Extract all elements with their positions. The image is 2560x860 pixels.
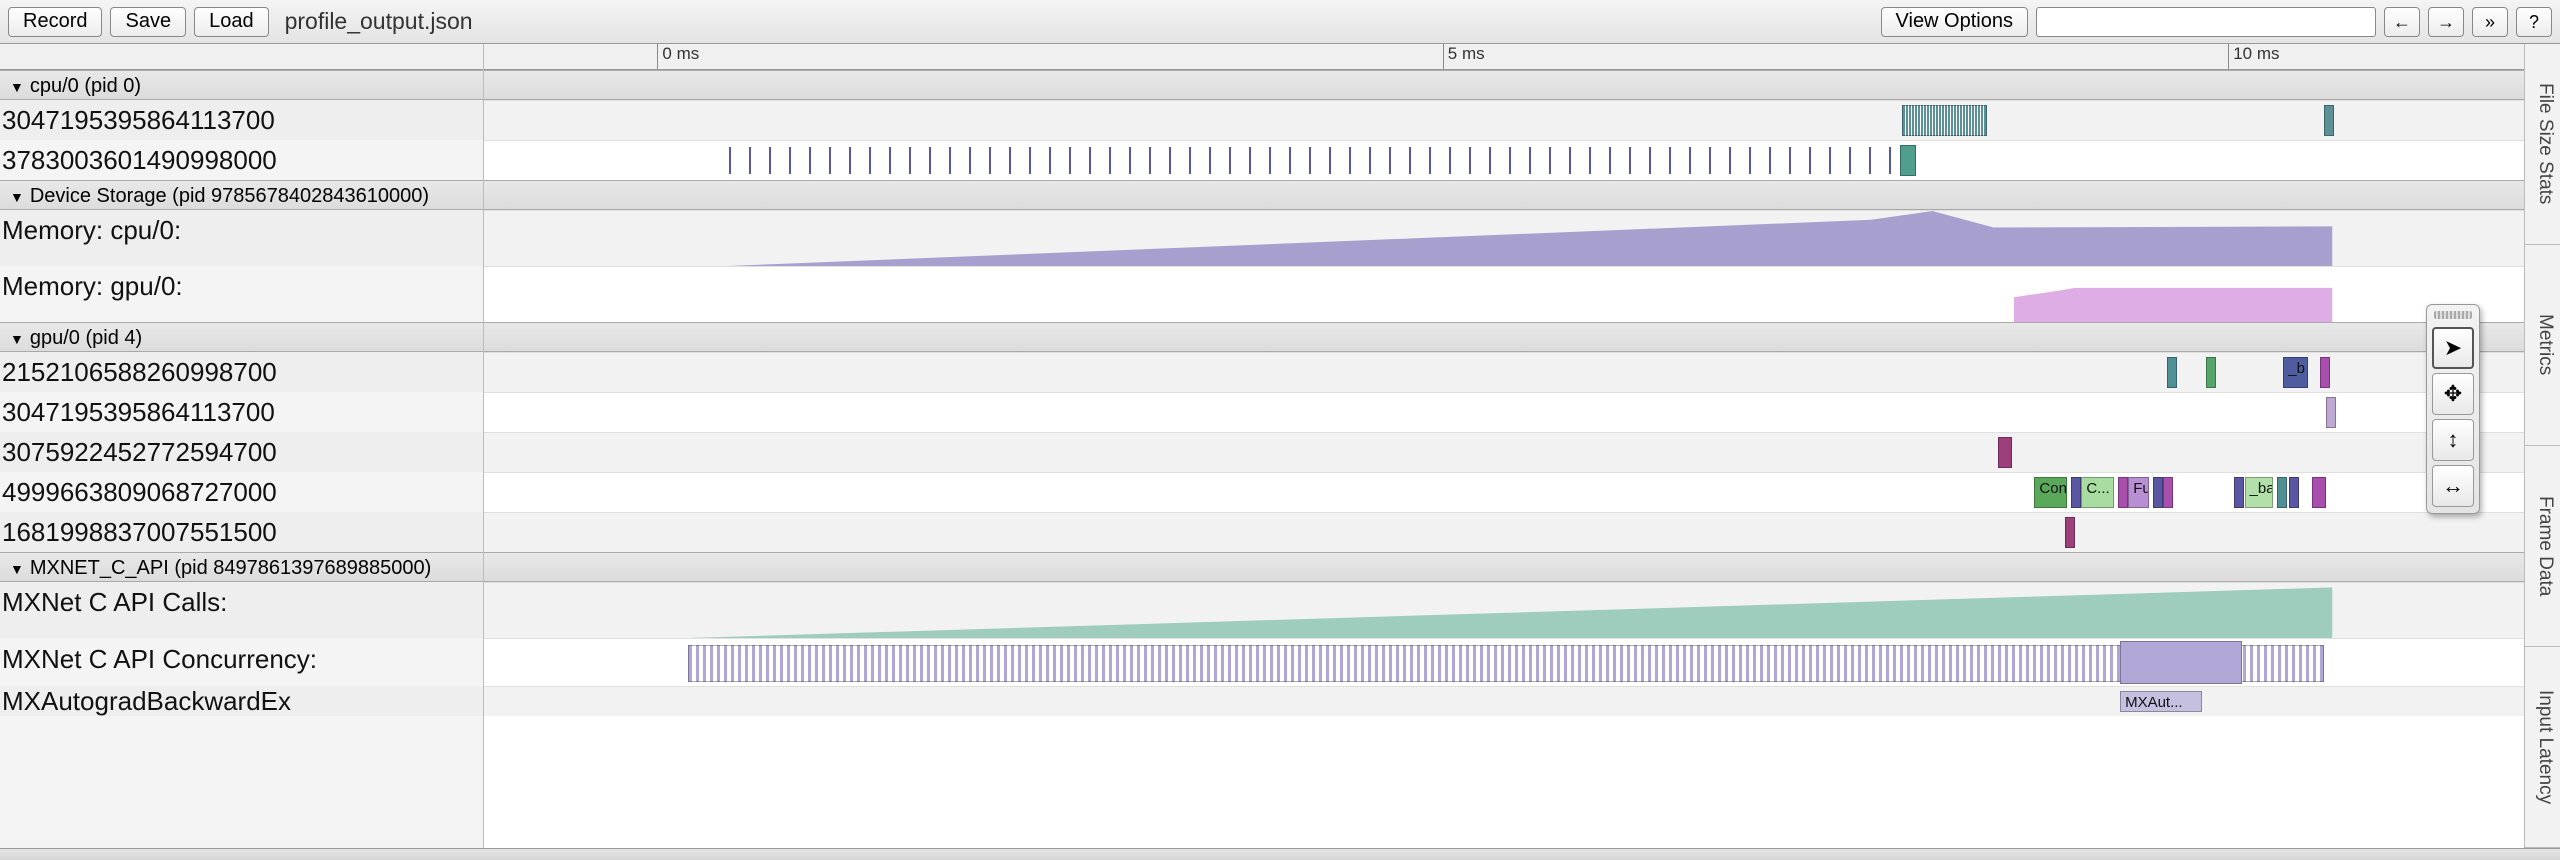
right-tabs-column: File Size StatsMetricsFrame DataInput La… xyxy=(2524,44,2560,848)
timeline-event[interactable] xyxy=(1900,145,1916,176)
track-row[interactable]: Con C... Fu _ba xyxy=(484,472,2524,512)
ruler-tick: 5 ms xyxy=(1443,44,1485,69)
timeline-area[interactable]: 0 ms 5 ms 10 ms _b Con C... Fu _ba MXAut... ➤✥↕… xyxy=(484,44,2524,848)
timeline-event[interactable] xyxy=(2289,477,2299,508)
time-ruler[interactable]: 0 ms 5 ms 10 ms xyxy=(484,44,2524,70)
group-header-track xyxy=(484,552,2524,582)
track-row[interactable]: _b xyxy=(484,352,2524,392)
pointer-tool-icon[interactable]: ➤ xyxy=(2432,327,2474,369)
load-button[interactable]: Load xyxy=(194,7,269,37)
timeline-event[interactable] xyxy=(1902,105,1988,136)
area-chart xyxy=(484,267,2524,322)
timeline-event[interactable] xyxy=(2312,477,2326,508)
group-header[interactable]: ▼ cpu/0 (pid 0) xyxy=(0,70,483,100)
track-label: Memory: cpu/0: xyxy=(0,210,483,266)
track-label: 3047195395864113700 xyxy=(0,392,483,432)
timeline-event[interactable] xyxy=(2153,477,2163,508)
timeline-event[interactable]: Fu xyxy=(2128,477,2148,508)
area-chart xyxy=(484,211,2524,266)
timeline-event[interactable] xyxy=(2163,477,2173,508)
ruler-tick: 0 ms xyxy=(657,44,699,69)
track-label: MXAutogradBackwardEx xyxy=(0,686,483,716)
timeline-event[interactable] xyxy=(2206,357,2216,388)
track-row[interactable] xyxy=(484,512,2524,552)
collapse-triangle-icon[interactable]: ▼ xyxy=(10,324,24,352)
track-label: 2152106588260998700 xyxy=(0,352,483,392)
track-label: MXNet C API Concurrency: xyxy=(0,638,483,686)
collapse-triangle-icon[interactable]: ▼ xyxy=(10,182,24,210)
track-label: 1681998837007551500 xyxy=(0,512,483,552)
group-header[interactable]: ▼ gpu/0 (pid 4) xyxy=(0,322,483,352)
timeline-event[interactable] xyxy=(2120,641,2242,684)
timeline-event[interactable] xyxy=(1998,437,2012,468)
timeline-event[interactable]: MXAut... xyxy=(2120,691,2202,712)
right-tab[interactable]: Frame Data xyxy=(2525,446,2560,647)
group-header-label: MXNET_C_API (pid 8497861397689885000) xyxy=(30,557,431,579)
timeline-event[interactable] xyxy=(2071,477,2081,508)
track-label: MXNet C API Calls: xyxy=(0,582,483,638)
timeline-event[interactable] xyxy=(2277,477,2287,508)
timeline-event[interactable] xyxy=(2326,397,2336,428)
track-row[interactable] xyxy=(484,210,2524,266)
timeline-event[interactable]: _b xyxy=(2283,357,2307,388)
filename-label: profile_output.json xyxy=(285,8,473,35)
pan-tool-icon[interactable]: ✥ xyxy=(2432,373,2474,415)
timeline-event[interactable] xyxy=(2167,357,2177,388)
right-tab[interactable]: File Size Stats xyxy=(2525,44,2560,245)
timeline-event[interactable] xyxy=(2320,357,2330,388)
track-labels-column: ▼cpu/0 (pid 0)30471953958641137003783003… xyxy=(0,44,484,848)
group-header-label: cpu/0 (pid 0) xyxy=(30,75,141,97)
group-header-track xyxy=(484,180,2524,210)
track-label: 3047195395864113700 xyxy=(0,100,483,140)
track-row[interactable] xyxy=(484,582,2524,638)
group-header[interactable]: ▼ MXNET_C_API (pid 8497861397689885000) xyxy=(0,552,483,582)
group-header-track xyxy=(484,70,2524,100)
track-row[interactable] xyxy=(484,432,2524,472)
collapse-triangle-icon[interactable]: ▼ xyxy=(10,554,24,582)
track-label: Memory: gpu/0: xyxy=(0,266,483,322)
main-area: ▼cpu/0 (pid 0)30471953958641137003783003… xyxy=(0,44,2560,848)
view-options-button[interactable]: View Options xyxy=(1881,7,2028,37)
vscroll-tool-icon[interactable]: ↕ xyxy=(2432,419,2474,461)
group-header-label: Device Storage (pid 9785678402843610000) xyxy=(30,185,429,207)
palette-grip-icon[interactable] xyxy=(2434,311,2472,319)
track-label: 4999663809068727000 xyxy=(0,472,483,512)
group-header-label: gpu/0 (pid 4) xyxy=(30,327,142,349)
track-row[interactable]: MXAut... xyxy=(484,686,2524,716)
track-row[interactable] xyxy=(484,140,2524,180)
search-input[interactable] xyxy=(2036,7,2376,37)
timeline-event[interactable] xyxy=(688,645,2324,682)
record-button[interactable]: Record xyxy=(8,7,102,37)
track-row[interactable] xyxy=(484,392,2524,432)
track-row[interactable] xyxy=(484,266,2524,322)
hzoom-tool-icon[interactable]: ↔ xyxy=(2432,465,2474,507)
save-button[interactable]: Save xyxy=(110,7,186,37)
tool-palette[interactable]: ➤✥↕↔ xyxy=(2426,304,2480,514)
nav-next-button[interactable]: → xyxy=(2428,7,2464,37)
timeline-event[interactable]: Con xyxy=(2034,477,2067,508)
timeline-event[interactable] xyxy=(2065,517,2075,548)
track-label: 3075922452772594700 xyxy=(0,432,483,472)
track-label: 3783003601490998000 xyxy=(0,140,483,180)
timeline-event[interactable] xyxy=(729,147,1896,174)
ruler-tick: 10 ms xyxy=(2228,44,2279,69)
status-bar xyxy=(0,848,2560,860)
collapse-triangle-icon[interactable]: ▼ xyxy=(10,72,24,100)
timeline-event[interactable] xyxy=(2324,105,2334,136)
group-header-track xyxy=(484,322,2524,352)
nav-more-button[interactable]: » xyxy=(2472,7,2508,37)
timeline-event[interactable] xyxy=(2118,477,2128,508)
timeline-event[interactable]: _ba xyxy=(2245,477,2274,508)
top-toolbar: Record Save Load profile_output.json Vie… xyxy=(0,0,2560,44)
nav-prev-button[interactable]: ← xyxy=(2384,7,2420,37)
help-button[interactable]: ? xyxy=(2516,7,2552,37)
track-row[interactable] xyxy=(484,100,2524,140)
timeline-event[interactable]: C... xyxy=(2081,477,2114,508)
area-chart xyxy=(484,583,2524,638)
right-tab[interactable]: Input Latency xyxy=(2525,647,2560,848)
group-header[interactable]: ▼ Device Storage (pid 9785678402843610000… xyxy=(0,180,483,210)
timeline-event[interactable] xyxy=(2234,477,2244,508)
track-row[interactable] xyxy=(484,638,2524,686)
right-tab[interactable]: Metrics xyxy=(2525,245,2560,446)
